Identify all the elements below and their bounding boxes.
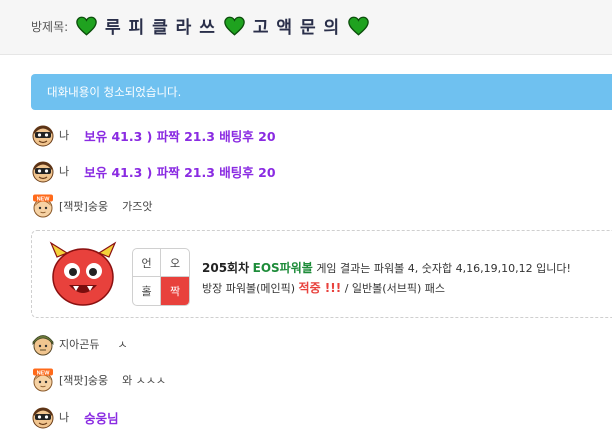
chat-message: 나 숭웅님: [31, 405, 119, 429]
result-line-2: 방장 파워볼(메인픽) 적중 !!! / 일반볼(서브픽) 패스: [202, 279, 445, 296]
chat-message: NEW [잭팟]숭웅 와 ㅅㅅㅅ: [31, 368, 166, 392]
new-badge-avatar-icon[interactable]: NEW: [31, 194, 55, 218]
odd-even-grid: 언 오 홀 짝: [132, 248, 190, 306]
chat-message: 나 보유 41.3 ) 파짝 21.3 배팅후 20: [31, 123, 276, 147]
result-line-1: 205회차 EOS파워볼 게임 결과는 파워볼 4, 숫자합 4,16,19,1…: [202, 259, 571, 276]
message-text: 보유 41.3 ) 파짝 21.3 배팅후 20: [84, 128, 276, 144]
result-detail: 게임 결과는 파워볼 4, 숫자합 4,16,19,10,12 입니다!: [316, 262, 571, 275]
message-nick[interactable]: 나: [59, 409, 69, 425]
message-text: ㅅ: [117, 338, 128, 351]
sub-pick-label: / 일반볼(서브픽) 패스: [344, 282, 445, 295]
grid-cell-odd: 홀: [133, 277, 161, 305]
main-pick-label: 방장 파워볼(메인픽): [202, 282, 296, 295]
game-result-card: 언 오 홀 짝 205회차 EOS파워볼 게임 결과는 파워볼 4, 숫자합 4…: [31, 230, 612, 318]
chat-message: NEW [잭팟]숭웅 가즈앗: [31, 194, 152, 218]
red-devil-mascot-icon: [49, 241, 117, 306]
masked-avatar-icon[interactable]: [31, 123, 55, 147]
game-name: EOS파워볼: [252, 261, 313, 275]
message-nick[interactable]: 나: [59, 163, 69, 179]
room-header: 방제목: 루 피 클 라 쓰 고 액 문 의: [0, 0, 612, 55]
message-nick[interactable]: 지아곤듀: [59, 336, 99, 352]
green-heart-icon: [224, 16, 245, 36]
svg-text:NEW: NEW: [37, 370, 51, 376]
masked-avatar-icon[interactable]: [31, 405, 55, 429]
room-title-part-1: 루 피 클 라 쓰: [105, 18, 216, 38]
chat-message: 지아곤듀 ㅅ: [31, 332, 128, 356]
message-text: 보유 41.3 ) 파짝 21.3 배팅후 20: [84, 164, 276, 180]
chat-cleared-notice: 대화내용이 청소되었습니다.: [31, 74, 612, 110]
green-heart-icon: [76, 16, 97, 36]
room-title-part-2: 고 액 문 의: [252, 18, 341, 38]
message-text: 가즈앗: [122, 200, 153, 213]
masked-avatar-icon[interactable]: [31, 159, 55, 183]
message-nick[interactable]: [잭팟]숭웅: [59, 372, 108, 388]
round-number: 205회차: [202, 261, 250, 275]
chat-message: 나 보유 41.3 ) 파짝 21.3 배팅후 20: [31, 159, 276, 183]
hit-label: 적중 !!!: [298, 281, 342, 295]
room-title: 루 피 클 라 쓰 고 액 문 의: [76, 13, 369, 38]
grid-cell-unover: 언: [133, 249, 161, 277]
soldier-avatar-icon[interactable]: [31, 332, 55, 356]
svg-text:NEW: NEW: [37, 196, 51, 202]
new-badge-avatar-icon[interactable]: NEW: [31, 368, 55, 392]
message-text: 와 ㅅㅅㅅ: [122, 374, 167, 387]
grid-cell-over: 오: [161, 249, 189, 277]
room-title-label: 방제목:: [31, 20, 69, 34]
message-nick[interactable]: [잭팟]숭웅: [59, 198, 108, 214]
green-heart-icon: [348, 16, 369, 36]
message-nick[interactable]: 나: [59, 127, 69, 143]
message-text: 숭웅님: [84, 410, 119, 426]
grid-cell-even: 짝: [161, 277, 189, 305]
